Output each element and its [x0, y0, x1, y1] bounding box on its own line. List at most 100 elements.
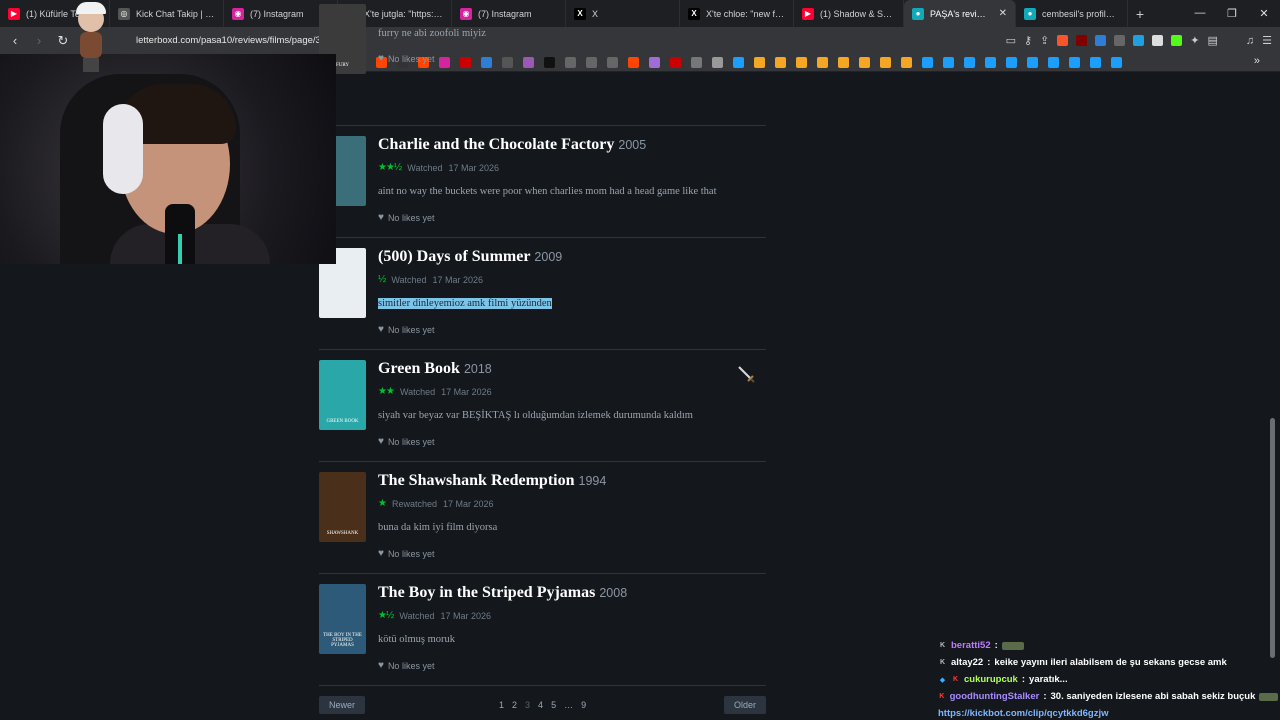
share-icon[interactable]: ⇪	[1040, 34, 1049, 47]
older-button[interactable]: Older	[723, 696, 766, 714]
bookmark-icon[interactable]	[1090, 57, 1101, 68]
chat-text: yaratık...	[1029, 674, 1068, 685]
chat-username: altay22	[951, 657, 984, 668]
close-window-icon[interactable]: ✕	[1248, 7, 1280, 20]
bookmark-icon[interactable]	[964, 57, 975, 68]
watch-date[interactable]: 17 Mar 2026	[443, 499, 494, 509]
chat-separator: :	[1043, 691, 1047, 702]
bookmark-icon[interactable]	[985, 57, 996, 68]
review-item: FURY furry ne abi zoofoli miyiz ♥ No likes …	[319, 4, 766, 126]
browser-tab[interactable]: ▶ (1) Shadow & Sonic Bo	[794, 0, 904, 27]
forward-icon[interactable]: ›	[32, 33, 46, 48]
heart-icon[interactable]: ♥	[378, 436, 384, 447]
review-text: siyah var beyaz var BEŞİKTAŞ lı olduğumd…	[378, 410, 693, 421]
film-year-link[interactable]: 2005	[618, 138, 646, 152]
watch-action: Rewatched	[391, 498, 437, 509]
watch-date[interactable]: 17 Mar 2026	[441, 611, 492, 621]
film-poster[interactable]: GREEN BOOK	[319, 360, 366, 430]
screen-cast-icon[interactable]: ▭	[1006, 34, 1016, 47]
tab-close-icon[interactable]: ✕	[999, 8, 1007, 19]
bookmark-icon[interactable]	[901, 57, 912, 68]
film-title-link[interactable]: Charlie and the Chocolate Factory	[378, 136, 614, 153]
heart-icon[interactable]: ♥	[378, 324, 384, 335]
bookmark-icon[interactable]	[817, 57, 828, 68]
film-year-link[interactable]: 2008	[599, 586, 627, 600]
browser-tab[interactable]: ◎ Kick Chat Takip | Wich	[110, 0, 224, 27]
tab-favicon-icon: ●	[1024, 7, 1036, 20]
page-number[interactable]: 3	[525, 700, 530, 710]
maximize-icon[interactable]: ❐	[1216, 7, 1248, 20]
puzzle-icon[interactable]: ✦	[1190, 34, 1199, 47]
media-icon[interactable]: ♫	[1246, 35, 1254, 47]
watch-date[interactable]: 17 Mar 2026	[448, 163, 499, 173]
film-title-link[interactable]: (500) Days of Summer	[378, 248, 530, 265]
bookmark-icon[interactable]	[1027, 57, 1038, 68]
film-year-link[interactable]: 1994	[579, 474, 607, 488]
bookmark-icon[interactable]	[880, 57, 891, 68]
bookmark-icon[interactable]	[775, 57, 786, 68]
bookmark-icon[interactable]	[859, 57, 870, 68]
ublock-icon[interactable]	[1076, 35, 1088, 46]
extension-icons: ▭ ⚷ ⇪ ✦ ▤ ♫ ☰	[1006, 34, 1272, 48]
page-number[interactable]: 2	[512, 700, 517, 710]
heart-icon[interactable]: ♥	[378, 212, 384, 223]
reload-icon[interactable]: ↻	[56, 33, 70, 49]
extension-blue-icon[interactable]	[1095, 35, 1107, 46]
bookmark-icon[interactable]	[1006, 57, 1017, 68]
tab-favicon-icon: ◎	[118, 7, 130, 20]
likes-row: ♥ No likes yet	[378, 660, 434, 671]
page-scrollbar[interactable]	[1270, 418, 1275, 658]
bookmark-icon[interactable]	[796, 57, 807, 68]
bookmark-icon[interactable]	[922, 57, 933, 68]
menu-icon[interactable]: ☰	[1262, 34, 1272, 47]
bookmark-icon[interactable]	[838, 57, 849, 68]
film-title-link[interactable]: The Shawshank Redemption	[378, 472, 575, 489]
sidebar-icon[interactable]: ▤	[1207, 34, 1217, 47]
page-number[interactable]: 4	[538, 700, 543, 710]
bookmark-icon[interactable]	[1069, 57, 1080, 68]
film-year-link[interactable]: 2018	[464, 362, 492, 376]
kick-extension-icon[interactable]	[1171, 35, 1183, 46]
heart-icon[interactable]: ♥	[378, 53, 384, 64]
back-icon[interactable]: ‹	[8, 33, 22, 48]
minimize-icon[interactable]: —	[1184, 7, 1216, 20]
bookmark-icon[interactable]	[1048, 57, 1059, 68]
watch-action: Watched	[391, 274, 427, 285]
watch-date[interactable]: 17 Mar 2026	[441, 387, 492, 397]
heart-icon[interactable]: ♥	[378, 660, 384, 671]
poster-title: GREEN BOOK	[326, 419, 359, 424]
page-numbers: 1 2 3 4 5 … 9	[499, 700, 586, 710]
page-number[interactable]: 5	[551, 700, 556, 710]
film-poster[interactable]: SHAWSHANK	[319, 472, 366, 542]
bookmark-icon[interactable]	[943, 57, 954, 68]
brave-shield-icon[interactable]	[1057, 35, 1069, 46]
chat-separator: :	[1021, 674, 1026, 685]
page-number[interactable]: 1	[499, 700, 504, 710]
extension-white-icon[interactable]	[1152, 35, 1164, 46]
film-year-link[interactable]: 2009	[534, 250, 562, 264]
film-title-link[interactable]: The Boy in the Striped Pyjamas	[378, 584, 595, 601]
extension-cyan-icon[interactable]	[1133, 35, 1145, 46]
review-body: buna da kim iyi film diyorsa	[378, 522, 498, 533]
film-title-link[interactable]: Green Book	[378, 360, 460, 377]
page-number[interactable]: 9	[581, 700, 586, 710]
extension-gray-icon[interactable]	[1114, 35, 1126, 46]
new-tab-button[interactable]: +	[1128, 6, 1152, 22]
watch-date[interactable]: 17 Mar 2026	[433, 275, 484, 285]
heart-icon[interactable]: ♥	[378, 548, 384, 559]
likes-row: ♥ No likes yet	[378, 53, 434, 64]
review-body: siyah var beyaz var BEŞİKTAŞ lı olduğumd…	[378, 410, 693, 421]
mic-light	[178, 234, 182, 264]
star-rating: ★	[378, 498, 387, 509]
tab-favicon-icon: ●	[912, 7, 924, 20]
review-item: THE BOY IN THE STRIPED PYJAMAS The Boy in…	[319, 574, 766, 686]
newer-button[interactable]: Newer	[319, 696, 366, 714]
browser-tab[interactable]: ● cembesil's profile • Let	[1016, 0, 1128, 27]
bookmark-icon[interactable]	[1111, 57, 1122, 68]
key-icon[interactable]: ⚷	[1024, 34, 1032, 47]
likes-count: No likes yet	[387, 212, 435, 223]
browser-tab[interactable]: ● PAŞA's reviews • L ✕	[904, 0, 1016, 27]
film-poster[interactable]: THE BOY IN THE STRIPED PYJAMAS	[319, 584, 366, 654]
bookmarks-overflow-icon[interactable]: »	[1254, 55, 1260, 67]
likes-row: ♥ No likes yet	[378, 548, 434, 559]
